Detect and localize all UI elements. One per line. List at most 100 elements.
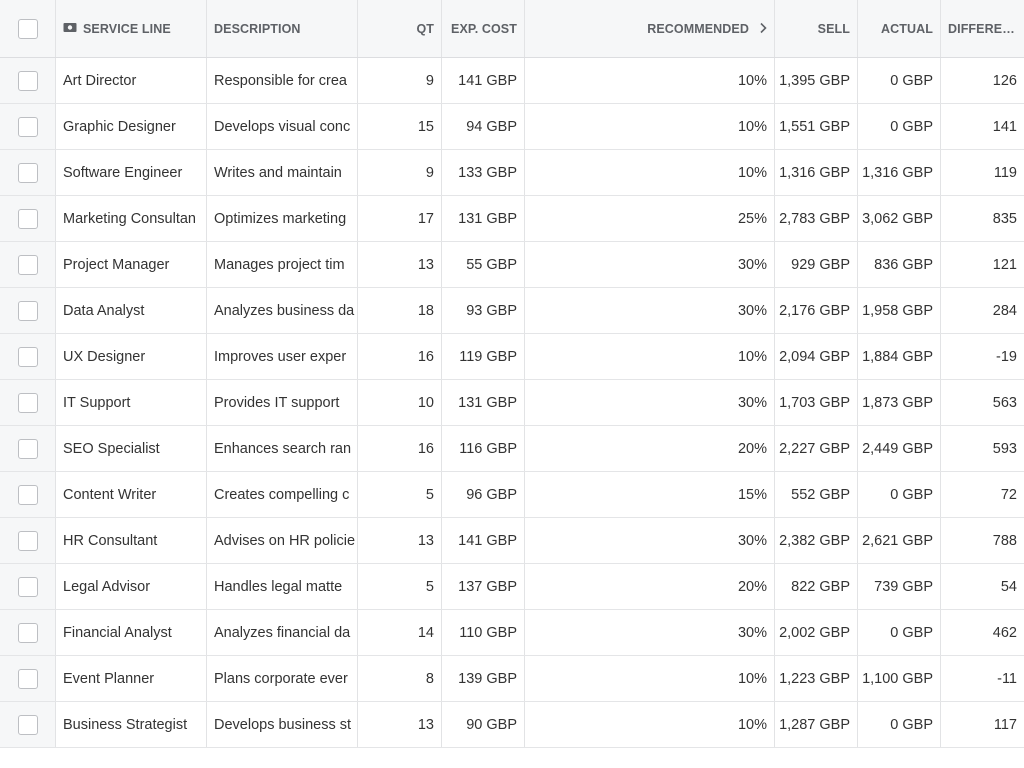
exp-cost-cell[interactable]: 116 GBP — [442, 426, 525, 471]
sell-cell[interactable]: 929 GBP — [775, 242, 858, 287]
difference-cell[interactable]: -19 — [941, 334, 1024, 379]
select-all-checkbox[interactable] — [17, 18, 38, 39]
actual-cell[interactable]: 0 GBP — [858, 702, 941, 747]
recommended-cell[interactable]: 15% — [525, 472, 775, 517]
difference-cell[interactable]: 284 — [941, 288, 1024, 333]
actual-cell[interactable]: 2,621 GBP — [858, 518, 941, 563]
qt-cell[interactable]: 18 — [358, 288, 442, 333]
table-row[interactable]: Graphic Designer Develops visual conc 15 94… — [0, 104, 1024, 150]
actual-cell[interactable]: 1,884 GBP — [858, 334, 941, 379]
sell-cell[interactable]: 1,223 GBP — [775, 656, 858, 701]
row-checkbox[interactable] — [17, 346, 38, 367]
column-header-sell[interactable]: SELL — [775, 0, 858, 57]
row-checkbox[interactable] — [17, 576, 38, 597]
sell-cell[interactable]: 2,227 GBP — [775, 426, 858, 471]
recommended-cell[interactable]: 10% — [525, 58, 775, 103]
qt-cell[interactable]: 5 — [358, 472, 442, 517]
exp-cost-cell[interactable]: 94 GBP — [442, 104, 525, 149]
table-row[interactable]: Project Manager Manages project tim 13 55 G… — [0, 242, 1024, 288]
sell-cell[interactable]: 552 GBP — [775, 472, 858, 517]
difference-cell[interactable]: 141 — [941, 104, 1024, 149]
column-header-description[interactable]: DESCRIPTION — [207, 0, 358, 57]
qt-cell[interactable]: 16 — [358, 426, 442, 471]
description-cell[interactable]: Advises on HR policie — [207, 518, 358, 563]
column-header-recommended[interactable]: RECOMMENDED — [525, 0, 775, 57]
table-row[interactable]: Art Director Responsible for crea 9 141 GBP… — [0, 58, 1024, 104]
exp-cost-cell[interactable]: 119 GBP — [442, 334, 525, 379]
table-row[interactable]: HR Consultant Advises on HR policie 13 141 … — [0, 518, 1024, 564]
table-row[interactable]: Financial Analyst Analyzes financial da 14… — [0, 610, 1024, 656]
recommended-cell[interactable]: 20% — [525, 564, 775, 609]
service-line-cell[interactable]: Legal Advisor — [56, 564, 207, 609]
recommended-cell[interactable]: 30% — [525, 518, 775, 563]
description-cell[interactable]: Improves user exper — [207, 334, 358, 379]
actual-cell[interactable]: 739 GBP — [858, 564, 941, 609]
table-row[interactable]: UX Designer Improves user exper 16 119 GBP 1… — [0, 334, 1024, 380]
actual-cell[interactable]: 1,100 GBP — [858, 656, 941, 701]
service-line-cell[interactable]: Software Engineer — [56, 150, 207, 195]
sell-cell[interactable]: 2,002 GBP — [775, 610, 858, 655]
difference-cell[interactable]: 462 — [941, 610, 1024, 655]
qt-cell[interactable]: 9 — [358, 150, 442, 195]
row-checkbox[interactable] — [17, 484, 38, 505]
actual-cell[interactable]: 0 GBP — [858, 610, 941, 655]
qt-cell[interactable]: 9 — [358, 58, 442, 103]
qt-cell[interactable]: 17 — [358, 196, 442, 241]
exp-cost-cell[interactable]: 131 GBP — [442, 196, 525, 241]
difference-cell[interactable]: 593 — [941, 426, 1024, 471]
table-row[interactable]: IT Support Provides IT support 10 131 GBP 30… — [0, 380, 1024, 426]
recommended-cell[interactable]: 10% — [525, 150, 775, 195]
exp-cost-cell[interactable]: 110 GBP — [442, 610, 525, 655]
qt-cell[interactable]: 15 — [358, 104, 442, 149]
difference-cell[interactable]: 72 — [941, 472, 1024, 517]
difference-cell[interactable]: -11 — [941, 656, 1024, 701]
service-line-cell[interactable]: HR Consultant — [56, 518, 207, 563]
qt-cell[interactable]: 5 — [358, 564, 442, 609]
sell-cell[interactable]: 1,551 GBP — [775, 104, 858, 149]
exp-cost-cell[interactable]: 137 GBP — [442, 564, 525, 609]
exp-cost-cell[interactable]: 96 GBP — [442, 472, 525, 517]
service-line-cell[interactable]: Marketing Consultan — [56, 196, 207, 241]
qt-cell[interactable]: 8 — [358, 656, 442, 701]
row-checkbox[interactable] — [17, 714, 38, 735]
sell-cell[interactable]: 1,395 GBP — [775, 58, 858, 103]
table-row[interactable]: Content Writer Creates compelling c 5 96 GB… — [0, 472, 1024, 518]
exp-cost-cell[interactable]: 90 GBP — [442, 702, 525, 747]
row-checkbox[interactable] — [17, 392, 38, 413]
service-line-cell[interactable]: Content Writer — [56, 472, 207, 517]
actual-cell[interactable]: 836 GBP — [858, 242, 941, 287]
description-cell[interactable]: Provides IT support — [207, 380, 358, 425]
actual-cell[interactable]: 1,958 GBP — [858, 288, 941, 333]
column-header-difference[interactable]: DIFFEREN... — [941, 0, 1024, 57]
description-cell[interactable]: Handles legal matte — [207, 564, 358, 609]
recommended-cell[interactable]: 10% — [525, 702, 775, 747]
description-cell[interactable]: Manages project tim — [207, 242, 358, 287]
column-header-actual[interactable]: ACTUAL — [858, 0, 941, 57]
qt-cell[interactable]: 13 — [358, 518, 442, 563]
recommended-cell[interactable]: 30% — [525, 380, 775, 425]
row-checkbox[interactable] — [17, 116, 38, 137]
service-line-cell[interactable]: SEO Specialist — [56, 426, 207, 471]
column-header-exp-cost[interactable]: EXP. COST — [442, 0, 525, 57]
description-cell[interactable]: Responsible for crea — [207, 58, 358, 103]
actual-cell[interactable]: 1,873 GBP — [858, 380, 941, 425]
qt-cell[interactable]: 16 — [358, 334, 442, 379]
recommended-cell[interactable]: 10% — [525, 104, 775, 149]
table-row[interactable]: SEO Specialist Enhances search ran 16 116 G… — [0, 426, 1024, 472]
qt-cell[interactable]: 13 — [358, 242, 442, 287]
row-checkbox[interactable] — [17, 668, 38, 689]
row-checkbox[interactable] — [17, 162, 38, 183]
description-cell[interactable]: Plans corporate ever — [207, 656, 358, 701]
chevron-right-icon[interactable] — [759, 21, 767, 37]
difference-cell[interactable]: 119 — [941, 150, 1024, 195]
recommended-cell[interactable]: 20% — [525, 426, 775, 471]
sell-cell[interactable]: 2,783 GBP — [775, 196, 858, 241]
actual-cell[interactable]: 1,316 GBP — [858, 150, 941, 195]
difference-cell[interactable]: 117 — [941, 702, 1024, 747]
actual-cell[interactable]: 0 GBP — [858, 472, 941, 517]
service-line-cell[interactable]: Event Planner — [56, 656, 207, 701]
difference-cell[interactable]: 126 — [941, 58, 1024, 103]
column-header-service-line[interactable]: SERVICE LINE — [56, 0, 207, 57]
difference-cell[interactable]: 54 — [941, 564, 1024, 609]
row-checkbox[interactable] — [17, 254, 38, 275]
